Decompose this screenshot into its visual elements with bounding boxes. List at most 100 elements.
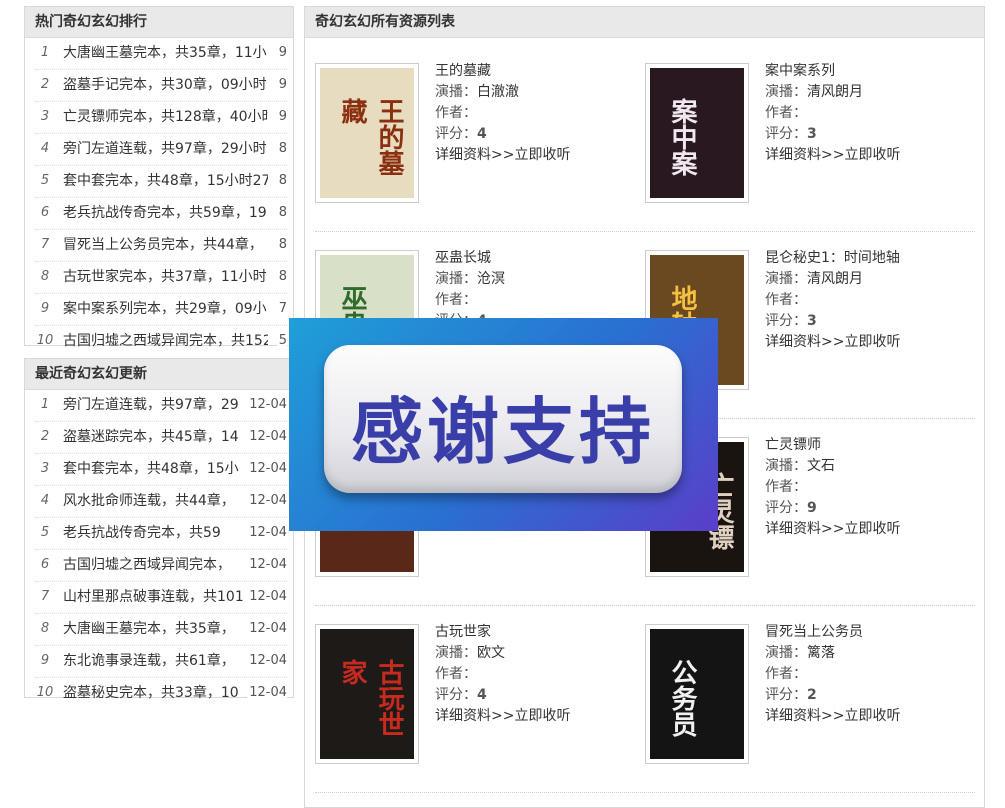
update-number: 1 <box>40 397 50 412</box>
narrator-label: 演播： <box>765 84 807 100</box>
details-listen-link[interactable]: 详细资料>>立即收听 <box>765 708 900 724</box>
book-narrator-line: 演播：白澈澈 <box>435 82 570 103</box>
rank-title-link[interactable]: 套中套完本，共48章，15小时27 <box>63 166 268 196</box>
rank-title-link[interactable]: 案中案系列完本，共29章，09小 <box>63 294 268 324</box>
rank-title-link[interactable]: 古玩世家完本，共37章，11小时 <box>63 262 268 292</box>
recent-update-item[interactable]: 4 风水批命师连载，共44章， 12-04 <box>35 486 287 518</box>
update-date: 12-04 <box>247 614 287 644</box>
update-title-link[interactable]: 旁门左道连载，共97章，29 <box>63 390 268 420</box>
rank-title-link[interactable]: 盗墓手记完本，共30章，09小时 <box>63 70 268 100</box>
update-number: 7 <box>40 589 50 604</box>
score-label: 评分： <box>765 126 807 142</box>
resource-row: 王的墓藏 王的墓藏 演播：白澈澈作者： 评分： 4 详细资料>>立即收听 案中案 案中案系列演… <box>315 45 975 232</box>
author-label: 作者： <box>435 105 477 121</box>
update-date: 12-04 <box>247 390 287 420</box>
hot-ranking-panel: 热门奇幻玄幻排行 1 大唐幽王墓完本，共35章，11小 9 2 盗墓手记完本，共30章，… <box>24 6 294 356</box>
rank-title-link[interactable]: 古国归墟之西域异闻完本，共152 <box>63 326 268 356</box>
score-value: 3 <box>807 313 817 329</box>
rank-count: 8 <box>276 230 287 260</box>
update-title-link[interactable]: 套中套完本，共48章，15小 <box>63 454 268 484</box>
rank-count: 7 <box>276 294 287 324</box>
book-cover-title: 案中案 <box>667 98 697 176</box>
score-value: 4 <box>477 126 487 142</box>
narrator-name: 文石 <box>807 458 835 474</box>
details-listen-link[interactable]: 详细资料>>立即收听 <box>765 147 900 163</box>
book-cover[interactable]: 古玩世家 <box>315 624 419 764</box>
update-title-link[interactable]: 大唐幽王墓完本，共35章， <box>63 614 268 644</box>
update-title-link[interactable]: 古国归墟之西域异闻完本， <box>63 550 268 580</box>
book-author-line: 作者： <box>435 290 570 311</box>
book-cover[interactable]: 案中案 <box>645 63 749 203</box>
details-listen-link[interactable]: 详细资料>>立即收听 <box>765 521 900 537</box>
book-links: 详细资料>>立即收听 <box>765 519 900 540</box>
score-value: 2 <box>807 687 817 703</box>
book-cover-title: 公务员 <box>667 659 697 737</box>
details-listen-link[interactable]: 详细资料>>立即收听 <box>765 334 900 350</box>
hot-ranking-item[interactable]: 9 案中案系列完本，共29章，09小 7 <box>35 294 287 326</box>
update-title-link[interactable]: 山村里那点破事连载，共101 <box>63 582 268 612</box>
rank-title-link[interactable]: 老兵抗战传奇完本，共59章，19 <box>63 198 268 228</box>
rank-title-link[interactable]: 旁门左道连载，共97章，29小时 <box>63 134 268 164</box>
hot-ranking-item[interactable]: 10 古国归墟之西域异闻完本，共152 5 <box>35 326 287 357</box>
narrator-name: 欧文 <box>477 645 505 661</box>
hot-ranking-item[interactable]: 7 冒死当上公务员完本，共44章， 8 <box>35 230 287 262</box>
book-score-line: 评分：3 <box>765 311 900 332</box>
book-links: 详细资料>>立即收听 <box>435 706 570 727</box>
resource-row: 古玩世家 古玩世家 演播：欧文 作者： 评分：4 详细资料>>立即收听 公务员 冒死当上公务员… <box>315 606 975 793</box>
hot-ranking-item[interactable]: 5 套中套完本，共48章，15小时27 8 <box>35 166 287 198</box>
author-label: 作者： <box>765 666 807 682</box>
rank-title-link[interactable]: 大唐幽王墓完本，共35章，11小 <box>63 38 268 68</box>
recent-update-item[interactable]: 5 老兵抗战传奇完本，共59 12-04 <box>35 518 287 550</box>
recent-update-item[interactable]: 8 大唐幽王墓完本，共35章， 12-04 <box>35 614 287 646</box>
update-date: 12-04 <box>247 646 287 676</box>
book-author-line: 作者： <box>435 103 570 124</box>
recent-update-item[interactable]: 10 盗墓秘史完本，共33章，10 12-04 <box>35 678 287 709</box>
book-title[interactable]: 案中案系列 <box>765 61 900 82</box>
details-listen-link[interactable]: 详细资料>>立即收听 <box>435 147 570 163</box>
recent-update-item[interactable]: 6 古国归墟之西域异闻完本， 12-04 <box>35 550 287 582</box>
narrator-name: 篱落 <box>807 645 835 661</box>
book-title[interactable]: 冒死当上公务员 <box>765 622 900 643</box>
author-label: 作者： <box>765 105 807 121</box>
update-date: 12-04 <box>247 518 287 548</box>
hot-ranking-item[interactable]: 4 旁门左道连载，共97章，29小时 8 <box>35 134 287 166</box>
book-cover[interactable]: 公务员 <box>645 624 749 764</box>
book-cover-art: 古玩世家 <box>320 629 414 759</box>
update-title-link[interactable]: 风水批命师连载，共44章， <box>63 486 268 516</box>
author-label: 作者： <box>765 479 807 495</box>
score-label: 评分： <box>765 313 807 329</box>
recent-update-item[interactable]: 2 盗墓迷踪完本，共45章，14 12-04 <box>35 422 287 454</box>
book-title[interactable]: 昆仑秘史1：时间地轴 <box>765 248 900 269</box>
hot-ranking-item[interactable]: 3 亡灵镖师完本，共128章，40小时 9 <box>35 102 287 134</box>
update-title-link[interactable]: 老兵抗战传奇完本，共59 <box>63 518 268 548</box>
recent-update-item[interactable]: 1 旁门左道连载，共97章，29 12-04 <box>35 390 287 422</box>
hot-ranking-item[interactable]: 2 盗墓手记完本，共30章，09小时 9 <box>35 70 287 102</box>
book-cover-art: 案中案 <box>650 68 744 198</box>
rank-number: 8 <box>40 269 50 284</box>
update-title-link[interactable]: 东北诡事录连载，共61章， <box>63 646 268 676</box>
rank-title-link[interactable]: 冒死当上公务员完本，共44章， <box>63 230 268 260</box>
hot-ranking-item[interactable]: 6 老兵抗战传奇完本，共59章，19 8 <box>35 198 287 230</box>
book-links: 详细资料>>立即收听 <box>765 706 900 727</box>
book-title[interactable]: 古玩世家 <box>435 622 570 643</box>
thanks-banner-text: 感谢支持 <box>350 390 655 474</box>
rank-title-link[interactable]: 亡灵镖师完本，共128章，40小时 <box>63 102 268 132</box>
book-title[interactable]: 亡灵镖师 <box>765 435 900 456</box>
author-label: 作者： <box>765 292 807 308</box>
recent-update-item[interactable]: 9 东北诡事录连载，共61章， 12-04 <box>35 646 287 678</box>
author-label: 作者： <box>435 292 477 308</box>
book-title[interactable]: 王的墓藏 <box>435 61 570 82</box>
book-title[interactable]: 巫蛊长城 <box>435 248 570 269</box>
update-title-link[interactable]: 盗墓秘史完本，共33章，10 <box>63 678 268 708</box>
narrator-name: 清风朗月 <box>807 84 863 100</box>
rank-number: 2 <box>40 77 50 92</box>
recent-update-item[interactable]: 7 山村里那点破事连载，共101 12-04 <box>35 582 287 614</box>
recent-update-item[interactable]: 3 套中套完本，共48章，15小 12-04 <box>35 454 287 486</box>
details-listen-link[interactable]: 详细资料>>立即收听 <box>435 708 570 724</box>
book-cover[interactable]: 王的墓藏 <box>315 63 419 203</box>
hot-ranking-item[interactable]: 1 大唐幽王墓完本，共35章，11小 9 <box>35 38 287 70</box>
score-value: 9 <box>807 500 817 516</box>
update-title-link[interactable]: 盗墓迷踪完本，共45章，14 <box>63 422 268 452</box>
book-score-line: 评分：9 <box>765 498 900 519</box>
hot-ranking-item[interactable]: 8 古玩世家完本，共37章，11小时 8 <box>35 262 287 294</box>
